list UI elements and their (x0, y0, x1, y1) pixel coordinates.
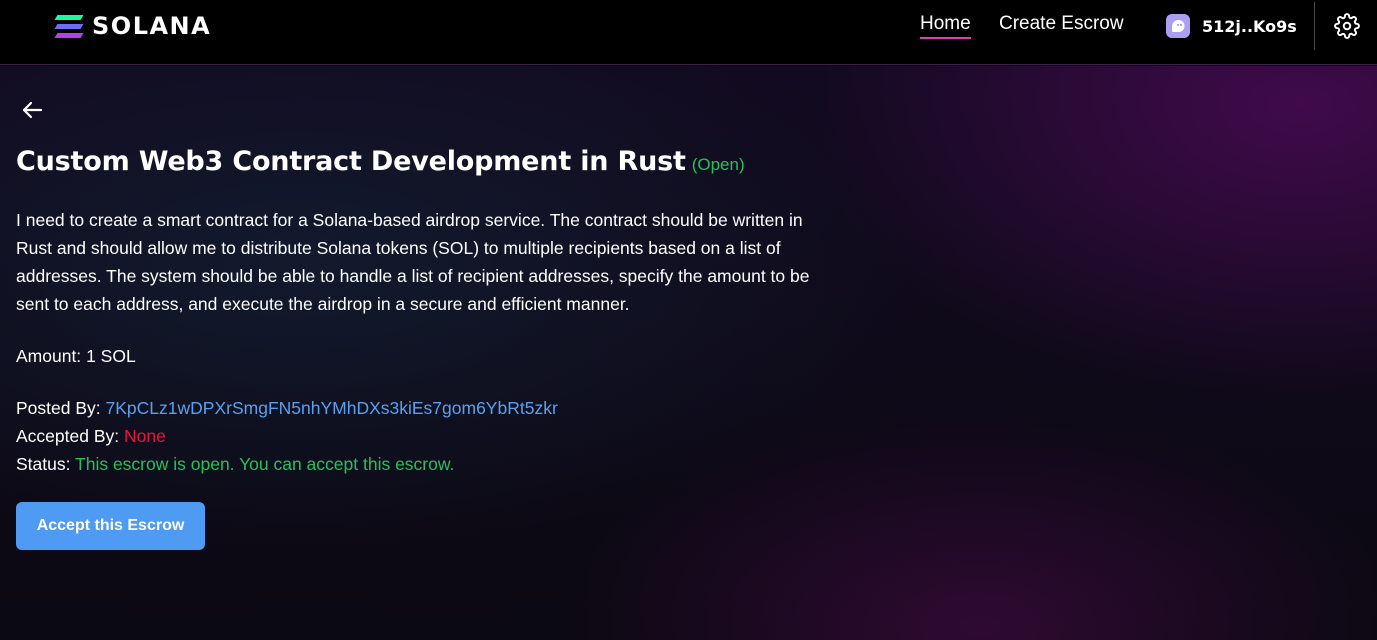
status-row: Status: This escrow is open. You can acc… (16, 450, 454, 478)
escrow-title: Custom Web3 Contract Development in Rust (16, 146, 686, 177)
solana-logo-icon (54, 14, 84, 38)
escrow-description: I need to create a smart contract for a … (16, 210, 810, 314)
wallet-button[interactable]: 512j..Ko9s (1166, 14, 1297, 38)
amount-row: Amount: 1 SOL (16, 342, 136, 370)
posted-by-label: Posted By: (16, 398, 101, 418)
accept-escrow-button[interactable]: Accept this Escrow (16, 502, 205, 550)
posted-by-address-link[interactable]: 7KpCLz1wDPXrSmgFN5nhYMhDXs3kiEs7gom6YbRt… (106, 398, 558, 418)
accepted-by-value: None (124, 426, 166, 446)
gear-icon[interactable] (1334, 13, 1360, 39)
nav-create-escrow-link[interactable]: Create Escrow (999, 13, 1124, 35)
posted-by-row: Posted By: 7KpCLz1wDPXrSmgFN5nhYMhDXs3ki… (16, 394, 558, 422)
title-row: Custom Web3 Contract Development in Rust… (16, 146, 745, 177)
accepted-by-label: Accepted By: (16, 426, 120, 446)
status-tag: (Open) (691, 155, 745, 174)
logo-text: SOLANA (92, 12, 212, 40)
accepted-by-row: Accepted By: None (16, 422, 166, 450)
header-divider (1314, 2, 1315, 50)
amount-value: 1 SOL (86, 346, 136, 366)
wallet-address: 512j..Ko9s (1202, 16, 1297, 36)
solana-logo[interactable]: SOLANA (54, 12, 212, 40)
status-label: Status: (16, 454, 71, 474)
amount-label: Amount: (16, 346, 82, 366)
escrow-detail-page: Custom Web3 Contract Development in Rust… (0, 66, 1377, 640)
phantom-wallet-icon (1166, 14, 1190, 38)
top-navbar: SOLANA Home Create Escrow 512j..Ko9s (0, 0, 1377, 65)
nav-home-link[interactable]: Home (920, 13, 971, 39)
back-arrow-icon[interactable] (20, 98, 44, 122)
status-value: This escrow is open. You can accept this… (75, 454, 455, 474)
